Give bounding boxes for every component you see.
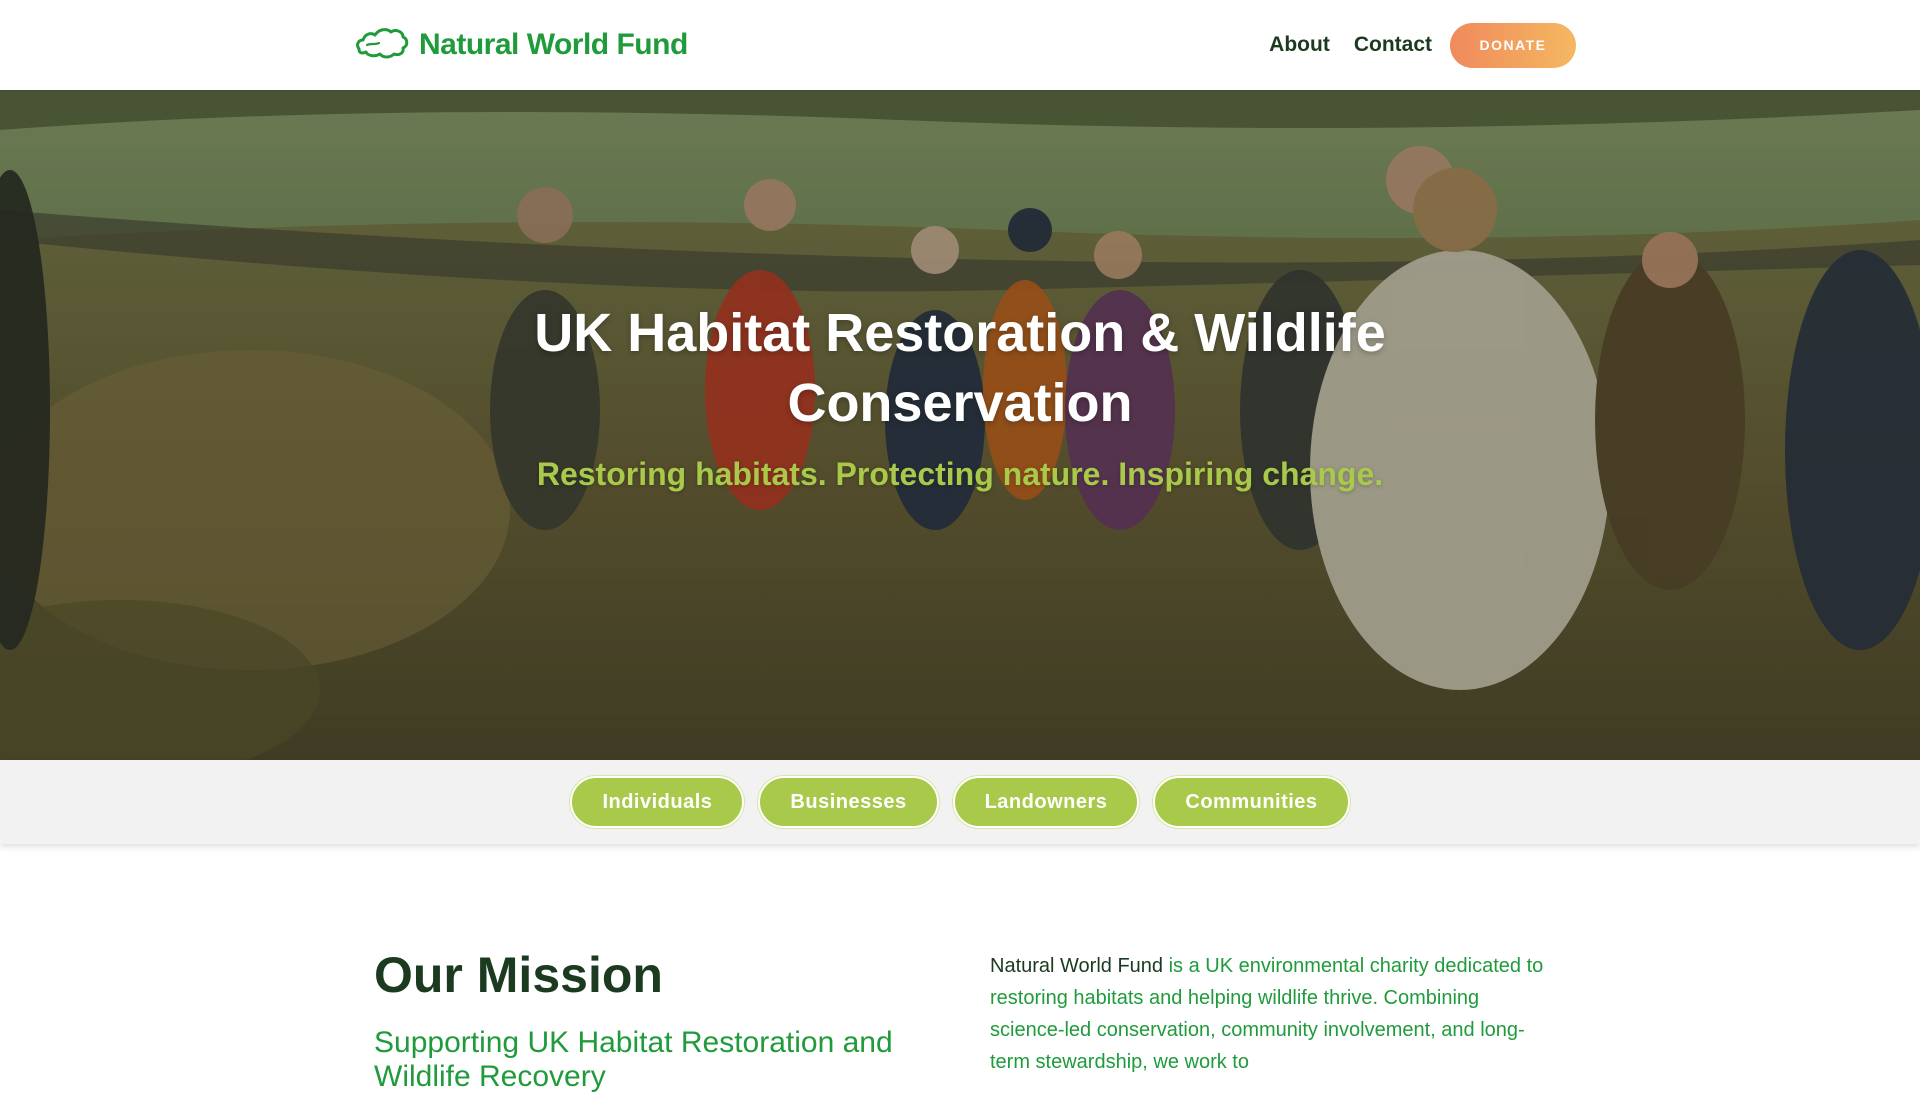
donate-button[interactable]: DONATE: [1450, 22, 1576, 68]
audience-bar: Individuals Businesses Landowners Commun…: [0, 760, 1920, 844]
main-nav: About Contact DONATE: [1269, 22, 1576, 68]
mission-body: Natural World Fund is a UK environmental…: [990, 950, 1550, 1078]
audience-individuals-button[interactable]: Individuals: [570, 776, 745, 828]
hero-section: UK Habitat Restoration & Wildlife Conser…: [0, 90, 1920, 760]
mission-heading: Our Mission: [374, 947, 663, 1003]
audience-communities-button[interactable]: Communities: [1153, 776, 1350, 828]
hero-title: UK Habitat Restoration & Wildlife Conser…: [534, 303, 1386, 433]
hero-subtitle: Restoring habitats. Protecting nature. I…: [536, 456, 1384, 492]
brand-logo-link[interactable]: Natural World Fund: [353, 24, 688, 66]
uk-map-outline-icon: [353, 23, 409, 68]
audience-businesses-button[interactable]: Businesses: [758, 776, 939, 828]
audience-landowners-button[interactable]: Landowners: [952, 776, 1140, 828]
nav-about-link[interactable]: About: [1269, 33, 1330, 57]
mission-subheading: Supporting UK Habitat Restoration and Wi…: [374, 1026, 893, 1093]
brand-name: Natural World Fund: [419, 28, 688, 61]
nav-contact-link[interactable]: Contact: [1354, 33, 1432, 57]
mission-body-org: Natural World Fund: [990, 955, 1164, 977]
site-header: Natural World Fund About Contact DONATE: [0, 0, 1920, 90]
